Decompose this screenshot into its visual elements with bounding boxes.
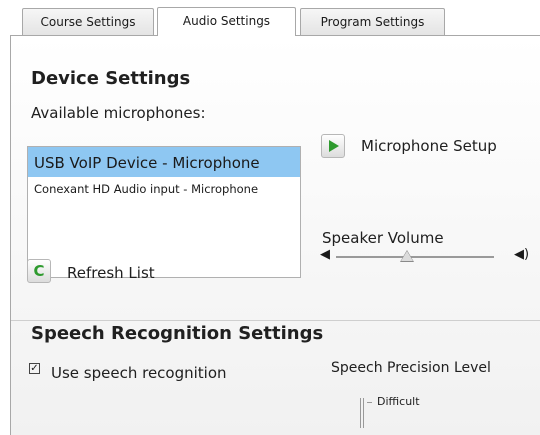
refresh-list-button[interactable]: C [27,259,51,283]
precision-slider[interactable] [360,398,364,428]
tab-course-settings[interactable]: Course Settings [22,8,154,35]
microphone-list[interactable]: USB VoIP Device - Microphone Conexant HD… [27,146,301,278]
available-microphones-label: Available microphones: [31,104,206,122]
device-settings-heading: Device Settings [31,68,191,89]
precision-tick [367,402,372,403]
audio-settings-panel: Device Settings Available microphones: U… [10,35,540,435]
speaker-low-icon: ◀ [320,247,330,262]
play-icon [329,140,339,152]
microphone-list-item[interactable]: USB VoIP Device - Microphone [28,147,300,177]
use-speech-recognition-label[interactable]: Use speech recognition [51,364,227,382]
speaker-volume-thumb[interactable] [401,251,414,261]
speech-precision-label: Speech Precision Level [331,360,491,376]
speaker-high-icon: ◀) [514,247,530,262]
precision-level-difficult: Difficult [377,395,420,408]
refresh-icon: C [33,261,45,280]
speech-recognition-heading: Speech Recognition Settings [31,323,324,344]
speaker-volume-track[interactable] [336,256,494,258]
refresh-list-label[interactable]: Refresh List [67,264,155,282]
microphone-setup-button[interactable] [321,134,345,158]
microphone-list-item[interactable]: Conexant HD Audio input - Microphone [28,177,300,203]
section-divider [11,320,540,321]
microphone-setup-label[interactable]: Microphone Setup [361,137,497,155]
tab-bar: Course Settings Audio Settings Program S… [0,0,540,36]
tab-audio-settings[interactable]: Audio Settings [157,7,296,36]
speaker-volume-label: Speaker Volume [322,229,444,247]
tab-program-settings[interactable]: Program Settings [300,8,445,35]
use-speech-recognition-checkbox[interactable]: ✓ [29,363,40,374]
